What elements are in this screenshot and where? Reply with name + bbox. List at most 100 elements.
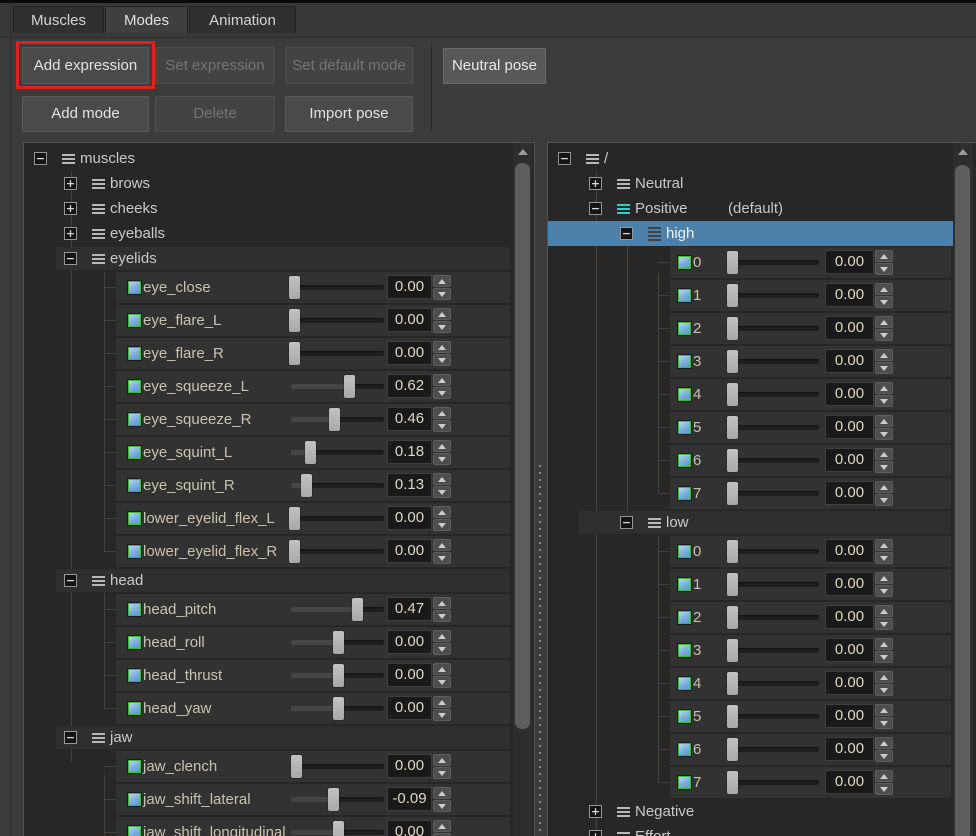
spin-up-button[interactable] [875, 415, 893, 427]
slider-handle[interactable] [727, 317, 738, 340]
spin-down-button[interactable] [875, 717, 893, 729]
tree-row[interactable]: −Positive(default) [548, 196, 976, 221]
value-field[interactable]: 0.00 [387, 663, 432, 687]
tree-row[interactable]: 60.00 [548, 444, 976, 477]
tree-row[interactable]: 70.00 [548, 477, 976, 510]
scrollbar-thumb[interactable] [515, 163, 530, 729]
slider-handle[interactable] [291, 755, 302, 778]
tree-expander[interactable]: − [589, 202, 602, 215]
import-pose-button[interactable]: Import pose [285, 96, 413, 132]
panel-splitter-handle[interactable] [539, 465, 541, 836]
tree-row[interactable]: eye_flare_R0.00 [24, 337, 534, 370]
slider-handle[interactable] [352, 598, 363, 621]
spin-up-button[interactable] [875, 250, 893, 262]
spin-down-button[interactable] [875, 428, 893, 440]
tree-expander[interactable]: + [64, 227, 77, 240]
slider[interactable] [729, 478, 819, 509]
value-field[interactable]: 0.00 [825, 737, 874, 761]
right-scrollbar[interactable] [953, 143, 973, 836]
slider-handle[interactable] [727, 705, 738, 728]
slider-handle[interactable] [727, 383, 738, 406]
spin-down-button[interactable] [433, 288, 451, 300]
slider[interactable] [291, 470, 384, 501]
tree-row[interactable]: +cheeks [24, 196, 534, 221]
spin-down-button[interactable] [433, 800, 451, 812]
tree-row[interactable]: 00.00 [548, 535, 976, 568]
checkbox-icon[interactable] [128, 636, 141, 649]
tree-expander[interactable]: − [558, 152, 571, 165]
slider-handle[interactable] [344, 375, 355, 398]
slider[interactable] [291, 594, 384, 625]
value-field[interactable]: 0.00 [825, 770, 874, 794]
spin-up-button[interactable] [875, 539, 893, 551]
slider-handle[interactable] [727, 606, 738, 629]
spin-up-button[interactable] [875, 737, 893, 749]
checkbox-icon[interactable] [678, 256, 691, 269]
spin-down-button[interactable] [433, 321, 451, 333]
value-field[interactable]: 0.00 [825, 572, 874, 596]
slider[interactable] [291, 338, 384, 369]
tree-expander[interactable]: − [64, 252, 77, 265]
value-field[interactable]: 0.00 [825, 704, 874, 728]
spin-up-button[interactable] [433, 663, 451, 675]
value-field[interactable]: 0.00 [825, 539, 874, 563]
spin-up-button[interactable] [875, 448, 893, 460]
checkbox-icon[interactable] [678, 611, 691, 624]
spin-up-button[interactable] [433, 539, 451, 551]
slider-handle[interactable] [333, 821, 344, 836]
slider[interactable] [729, 602, 819, 633]
tree-expander[interactable]: − [64, 731, 77, 744]
value-field[interactable]: 0.00 [825, 316, 874, 340]
checkbox-icon[interactable] [128, 702, 141, 715]
tree-row[interactable]: 50.00 [548, 700, 976, 733]
spin-down-button[interactable] [433, 486, 451, 498]
spin-up-button[interactable] [433, 696, 451, 708]
slider-handle[interactable] [727, 738, 738, 761]
spin-up-button[interactable] [433, 506, 451, 518]
slider-handle[interactable] [289, 507, 300, 530]
tree-row[interactable]: head_roll0.00 [24, 626, 534, 659]
spin-up-button[interactable] [875, 770, 893, 782]
value-field[interactable]: 0.00 [387, 539, 432, 563]
scroll-up-button[interactable] [513, 143, 532, 161]
checkbox-icon[interactable] [128, 413, 141, 426]
slider-handle[interactable] [727, 482, 738, 505]
checkbox-icon[interactable] [128, 669, 141, 682]
slider[interactable] [729, 734, 819, 765]
slider-handle[interactable] [727, 771, 738, 794]
set-expression-button[interactable]: Set expression [155, 47, 275, 84]
spin-down-button[interactable] [433, 552, 451, 564]
slider[interactable] [291, 693, 384, 724]
tab-muscles[interactable]: Muscles [13, 6, 104, 33]
spin-down-button[interactable] [875, 461, 893, 473]
tree-row[interactable]: +brows [24, 171, 534, 196]
checkbox-icon[interactable] [678, 776, 691, 789]
value-field[interactable]: 0.00 [387, 275, 432, 299]
slider-handle[interactable] [289, 342, 300, 365]
checkbox-icon[interactable] [128, 760, 141, 773]
spin-up-button[interactable] [433, 275, 451, 287]
slider[interactable] [291, 817, 384, 836]
slider[interactable] [729, 346, 819, 377]
checkbox-icon[interactable] [128, 545, 141, 558]
spin-up-button[interactable] [433, 374, 451, 386]
tree-expander[interactable]: − [620, 227, 633, 240]
spin-up-button[interactable] [875, 481, 893, 493]
value-field[interactable]: 0.00 [825, 671, 874, 695]
slider-handle[interactable] [301, 474, 312, 497]
tree-row[interactable]: eye_squeeze_R0.46 [24, 403, 534, 436]
slider-handle[interactable] [727, 449, 738, 472]
slider[interactable] [729, 412, 819, 443]
tree-expander[interactable]: + [64, 202, 77, 215]
tree-row[interactable]: jaw_shift_longitudinal0.00 [24, 816, 534, 836]
tree-row[interactable]: 40.00 [548, 378, 976, 411]
tree-row[interactable]: head_yaw0.00 [24, 692, 534, 725]
tree-row[interactable]: head_pitch0.47 [24, 593, 534, 626]
tree-row[interactable]: +Effort [548, 824, 976, 836]
tree-row[interactable]: 40.00 [548, 667, 976, 700]
spin-up-button[interactable] [433, 820, 451, 832]
slider-handle[interactable] [289, 276, 300, 299]
checkbox-icon[interactable] [678, 710, 691, 723]
spin-up-button[interactable] [433, 597, 451, 609]
tree-expander[interactable]: + [589, 805, 602, 818]
